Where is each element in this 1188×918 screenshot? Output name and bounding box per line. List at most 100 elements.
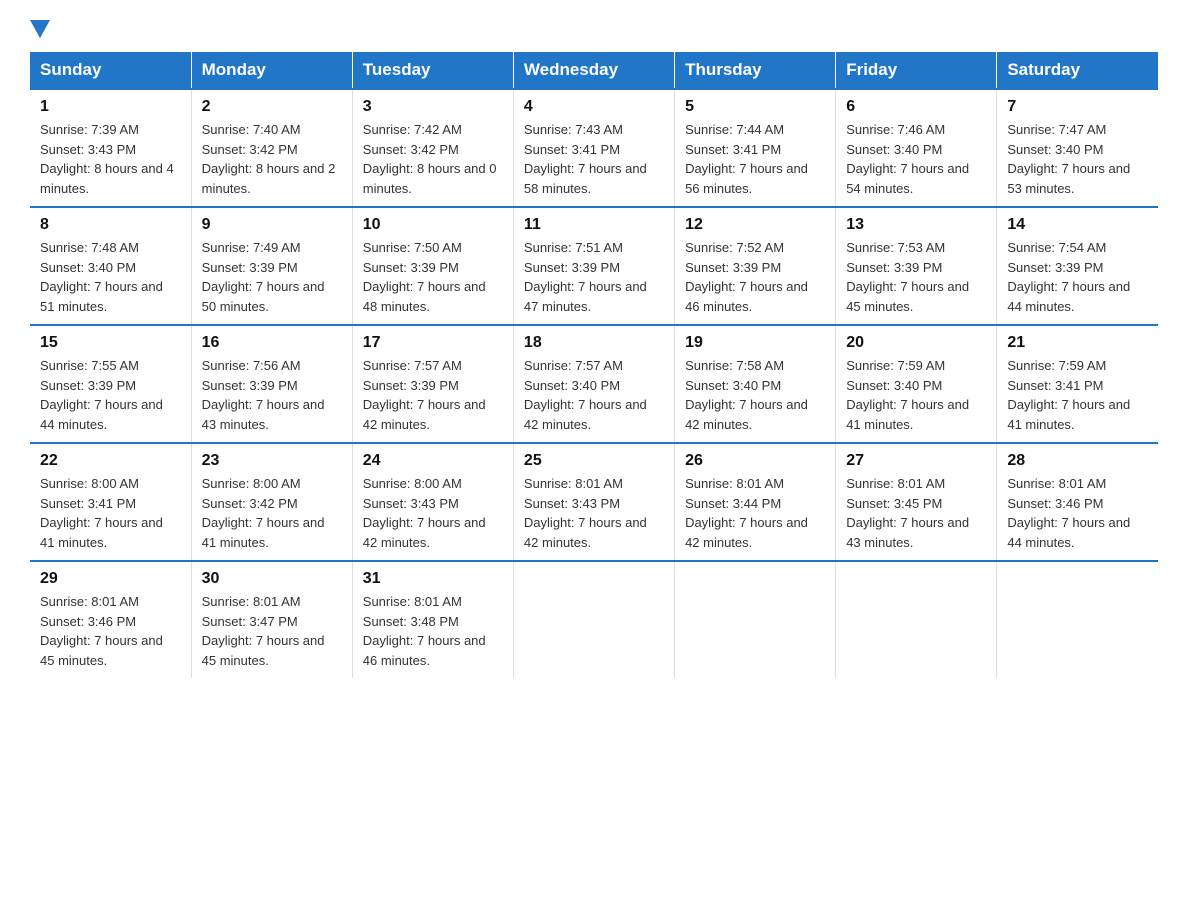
calendar-day-cell: 29 Sunrise: 8:01 AM Sunset: 3:46 PM Dayl…: [30, 561, 191, 678]
day-number: 5: [685, 98, 825, 116]
calendar-day-cell: 24 Sunrise: 8:00 AM Sunset: 3:43 PM Dayl…: [352, 443, 513, 561]
day-number: 29: [40, 570, 181, 588]
calendar-day-cell: 18 Sunrise: 7:57 AM Sunset: 3:40 PM Dayl…: [513, 325, 674, 443]
day-number: 28: [1007, 452, 1148, 470]
calendar-day-cell: 16 Sunrise: 7:56 AM Sunset: 3:39 PM Dayl…: [191, 325, 352, 443]
day-info: Sunrise: 7:43 AM Sunset: 3:41 PM Dayligh…: [524, 120, 664, 198]
day-info: Sunrise: 7:59 AM Sunset: 3:40 PM Dayligh…: [846, 356, 986, 434]
calendar-day-cell: 31 Sunrise: 8:01 AM Sunset: 3:48 PM Dayl…: [352, 561, 513, 678]
day-info: Sunrise: 7:44 AM Sunset: 3:41 PM Dayligh…: [685, 120, 825, 198]
day-info: Sunrise: 7:48 AM Sunset: 3:40 PM Dayligh…: [40, 238, 181, 316]
calendar-day-cell: 2 Sunrise: 7:40 AM Sunset: 3:42 PM Dayli…: [191, 89, 352, 207]
calendar-day-cell: 25 Sunrise: 8:01 AM Sunset: 3:43 PM Dayl…: [513, 443, 674, 561]
calendar-week-row: 29 Sunrise: 8:01 AM Sunset: 3:46 PM Dayl…: [30, 561, 1158, 678]
calendar-day-cell: 4 Sunrise: 7:43 AM Sunset: 3:41 PM Dayli…: [513, 89, 674, 207]
day-number: 13: [846, 216, 986, 234]
day-info: Sunrise: 7:58 AM Sunset: 3:40 PM Dayligh…: [685, 356, 825, 434]
calendar-day-cell: 22 Sunrise: 8:00 AM Sunset: 3:41 PM Dayl…: [30, 443, 191, 561]
calendar-day-cell: 7 Sunrise: 7:47 AM Sunset: 3:40 PM Dayli…: [997, 89, 1158, 207]
calendar-day-cell: 12 Sunrise: 7:52 AM Sunset: 3:39 PM Dayl…: [675, 207, 836, 325]
day-info: Sunrise: 7:39 AM Sunset: 3:43 PM Dayligh…: [40, 120, 181, 198]
calendar-day-cell: 26 Sunrise: 8:01 AM Sunset: 3:44 PM Dayl…: [675, 443, 836, 561]
day-info: Sunrise: 7:54 AM Sunset: 3:39 PM Dayligh…: [1007, 238, 1148, 316]
calendar-day-cell: [997, 561, 1158, 678]
day-number: 11: [524, 216, 664, 234]
calendar-day-cell: 27 Sunrise: 8:01 AM Sunset: 3:45 PM Dayl…: [836, 443, 997, 561]
day-info: Sunrise: 7:52 AM Sunset: 3:39 PM Dayligh…: [685, 238, 825, 316]
header: [30, 20, 1158, 38]
calendar-day-cell: 3 Sunrise: 7:42 AM Sunset: 3:42 PM Dayli…: [352, 89, 513, 207]
day-number: 6: [846, 98, 986, 116]
day-number: 18: [524, 334, 664, 352]
calendar-day-cell: 6 Sunrise: 7:46 AM Sunset: 3:40 PM Dayli…: [836, 89, 997, 207]
day-info: Sunrise: 7:56 AM Sunset: 3:39 PM Dayligh…: [202, 356, 342, 434]
day-number: 2: [202, 98, 342, 116]
day-info: Sunrise: 8:01 AM Sunset: 3:44 PM Dayligh…: [685, 474, 825, 552]
day-info: Sunrise: 7:59 AM Sunset: 3:41 PM Dayligh…: [1007, 356, 1148, 434]
day-number: 24: [363, 452, 503, 470]
day-info: Sunrise: 7:53 AM Sunset: 3:39 PM Dayligh…: [846, 238, 986, 316]
calendar-week-row: 22 Sunrise: 8:00 AM Sunset: 3:41 PM Dayl…: [30, 443, 1158, 561]
logo: [30, 20, 50, 38]
calendar-day-cell: [836, 561, 997, 678]
day-info: Sunrise: 7:40 AM Sunset: 3:42 PM Dayligh…: [202, 120, 342, 198]
day-info: Sunrise: 8:01 AM Sunset: 3:47 PM Dayligh…: [202, 592, 342, 670]
calendar-week-row: 15 Sunrise: 7:55 AM Sunset: 3:39 PM Dayl…: [30, 325, 1158, 443]
day-number: 20: [846, 334, 986, 352]
calendar-day-cell: 17 Sunrise: 7:57 AM Sunset: 3:39 PM Dayl…: [352, 325, 513, 443]
calendar-day-cell: 13 Sunrise: 7:53 AM Sunset: 3:39 PM Dayl…: [836, 207, 997, 325]
calendar-day-cell: 14 Sunrise: 7:54 AM Sunset: 3:39 PM Dayl…: [997, 207, 1158, 325]
calendar-day-cell: 11 Sunrise: 7:51 AM Sunset: 3:39 PM Dayl…: [513, 207, 674, 325]
day-info: Sunrise: 7:46 AM Sunset: 3:40 PM Dayligh…: [846, 120, 986, 198]
day-number: 21: [1007, 334, 1148, 352]
day-number: 23: [202, 452, 342, 470]
day-number: 3: [363, 98, 503, 116]
calendar-week-row: 8 Sunrise: 7:48 AM Sunset: 3:40 PM Dayli…: [30, 207, 1158, 325]
day-info: Sunrise: 8:01 AM Sunset: 3:46 PM Dayligh…: [40, 592, 181, 670]
day-number: 17: [363, 334, 503, 352]
day-info: Sunrise: 7:57 AM Sunset: 3:40 PM Dayligh…: [524, 356, 664, 434]
day-info: Sunrise: 7:49 AM Sunset: 3:39 PM Dayligh…: [202, 238, 342, 316]
day-info: Sunrise: 7:51 AM Sunset: 3:39 PM Dayligh…: [524, 238, 664, 316]
day-header-monday: Monday: [191, 52, 352, 89]
day-number: 26: [685, 452, 825, 470]
day-info: Sunrise: 7:42 AM Sunset: 3:42 PM Dayligh…: [363, 120, 503, 198]
calendar-week-row: 1 Sunrise: 7:39 AM Sunset: 3:43 PM Dayli…: [30, 89, 1158, 207]
day-header-friday: Friday: [836, 52, 997, 89]
calendar-day-cell: 15 Sunrise: 7:55 AM Sunset: 3:39 PM Dayl…: [30, 325, 191, 443]
calendar-day-cell: 8 Sunrise: 7:48 AM Sunset: 3:40 PM Dayli…: [30, 207, 191, 325]
day-info: Sunrise: 7:55 AM Sunset: 3:39 PM Dayligh…: [40, 356, 181, 434]
day-number: 4: [524, 98, 664, 116]
day-info: Sunrise: 8:01 AM Sunset: 3:48 PM Dayligh…: [363, 592, 503, 670]
day-number: 22: [40, 452, 181, 470]
day-number: 27: [846, 452, 986, 470]
day-info: Sunrise: 8:00 AM Sunset: 3:43 PM Dayligh…: [363, 474, 503, 552]
day-header-tuesday: Tuesday: [352, 52, 513, 89]
day-info: Sunrise: 8:00 AM Sunset: 3:41 PM Dayligh…: [40, 474, 181, 552]
day-info: Sunrise: 7:57 AM Sunset: 3:39 PM Dayligh…: [363, 356, 503, 434]
day-number: 10: [363, 216, 503, 234]
day-number: 1: [40, 98, 181, 116]
calendar-header-row: SundayMondayTuesdayWednesdayThursdayFrid…: [30, 52, 1158, 89]
day-number: 16: [202, 334, 342, 352]
calendar-day-cell: 1 Sunrise: 7:39 AM Sunset: 3:43 PM Dayli…: [30, 89, 191, 207]
day-header-sunday: Sunday: [30, 52, 191, 89]
day-number: 15: [40, 334, 181, 352]
day-number: 8: [40, 216, 181, 234]
calendar-day-cell: 20 Sunrise: 7:59 AM Sunset: 3:40 PM Dayl…: [836, 325, 997, 443]
day-header-saturday: Saturday: [997, 52, 1158, 89]
day-info: Sunrise: 7:50 AM Sunset: 3:39 PM Dayligh…: [363, 238, 503, 316]
calendar-day-cell: 10 Sunrise: 7:50 AM Sunset: 3:39 PM Dayl…: [352, 207, 513, 325]
day-number: 14: [1007, 216, 1148, 234]
calendar-day-cell: 19 Sunrise: 7:58 AM Sunset: 3:40 PM Dayl…: [675, 325, 836, 443]
day-number: 31: [363, 570, 503, 588]
day-info: Sunrise: 8:00 AM Sunset: 3:42 PM Dayligh…: [202, 474, 342, 552]
calendar-day-cell: 23 Sunrise: 8:00 AM Sunset: 3:42 PM Dayl…: [191, 443, 352, 561]
day-info: Sunrise: 8:01 AM Sunset: 3:43 PM Dayligh…: [524, 474, 664, 552]
day-number: 9: [202, 216, 342, 234]
day-header-wednesday: Wednesday: [513, 52, 674, 89]
logo-triangle-icon: [30, 20, 50, 38]
day-header-thursday: Thursday: [675, 52, 836, 89]
day-info: Sunrise: 8:01 AM Sunset: 3:46 PM Dayligh…: [1007, 474, 1148, 552]
calendar-day-cell: [675, 561, 836, 678]
